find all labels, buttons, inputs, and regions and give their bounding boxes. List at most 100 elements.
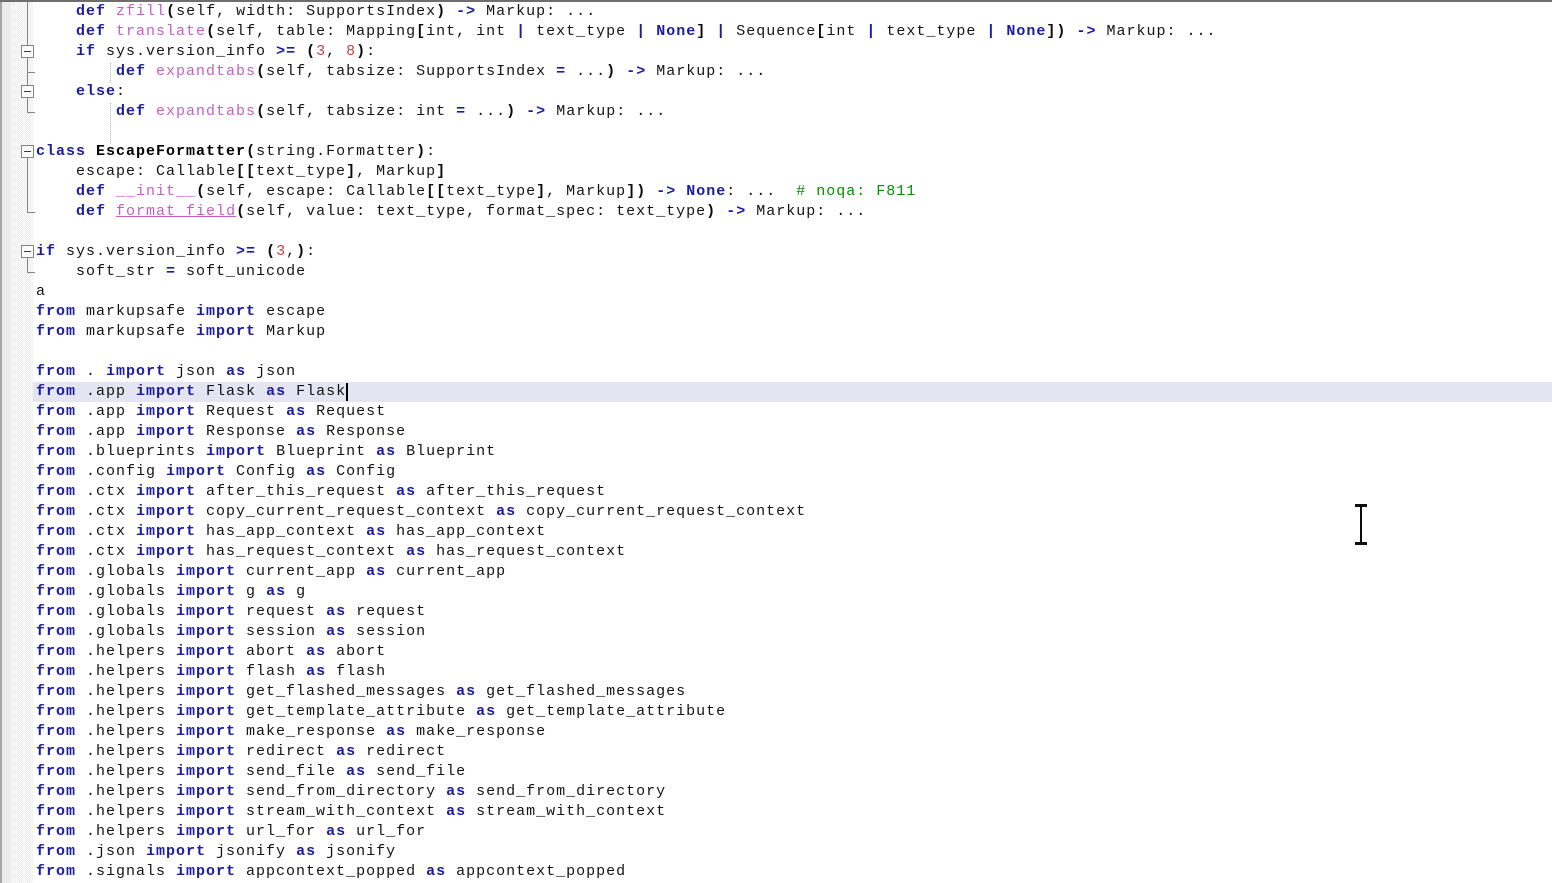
code-lines: def zfill(self, width: SupportsIndex) ->…: [0, 2, 1552, 882]
code-text: def expandtabs(self, tabsize: SupportsIn…: [33, 62, 1552, 82]
code-line[interactable]: from .helpers import url_for as url_for: [0, 822, 1552, 842]
code-line[interactable]: from markupsafe import Markup: [0, 322, 1552, 342]
fold-gutter-cell: [0, 542, 33, 562]
code-line[interactable]: from .ctx import has_app_context as has_…: [0, 522, 1552, 542]
fold-gutter-cell: [0, 422, 33, 442]
code-text: def __init__(self, escape: Callable[[tex…: [33, 182, 1552, 202]
code-line[interactable]: def format_field(self, value: text_type,…: [0, 202, 1552, 222]
fold-gutter-cell: [0, 582, 33, 602]
code-line[interactable]: from .helpers import get_flashed_message…: [0, 682, 1552, 702]
code-editor[interactable]: def zfill(self, width: SupportsIndex) ->…: [0, 0, 1552, 883]
fold-gutter-cell: [0, 822, 33, 842]
code-line[interactable]: from .globals import request as request: [0, 602, 1552, 622]
ibeam-cursor: [1354, 504, 1368, 545]
fold-gutter-cell: [0, 782, 33, 802]
fold-gutter-cell: [0, 522, 33, 542]
code-text: from markupsafe import escape: [33, 302, 1552, 322]
fold-gutter-cell: [0, 342, 33, 362]
code-text: class EscapeFormatter(string.Formatter):: [33, 142, 1552, 162]
code-line[interactable]: from markupsafe import escape: [0, 302, 1552, 322]
code-line[interactable]: from .app import Flask as Flask: [0, 382, 1552, 402]
code-text: from .blueprints import Blueprint as Blu…: [33, 442, 1552, 462]
fold-gutter-cell: [0, 562, 33, 582]
fold-gutter-cell[interactable]: [0, 242, 33, 262]
fold-gutter-cell: [0, 482, 33, 502]
code-line[interactable]: from .helpers import abort as abort: [0, 642, 1552, 662]
code-line[interactable]: [0, 342, 1552, 362]
code-line[interactable]: from .json import jsonify as jsonify: [0, 842, 1552, 862]
code-line[interactable]: from .signals import appcontext_popped a…: [0, 862, 1552, 882]
code-text: from .helpers import stream_with_context…: [33, 802, 1552, 822]
code-text: from .helpers import send_from_directory…: [33, 782, 1552, 802]
fold-gutter-cell: [0, 302, 33, 322]
fold-gutter-cell[interactable]: [0, 142, 33, 162]
code-line[interactable]: soft_str = soft_unicode: [0, 262, 1552, 282]
code-text: from .ctx import has_app_context as has_…: [33, 522, 1552, 542]
code-line[interactable]: from .helpers import stream_with_context…: [0, 802, 1552, 822]
code-line[interactable]: from .ctx import has_request_context as …: [0, 542, 1552, 562]
code-line[interactable]: from .helpers import send_from_directory…: [0, 782, 1552, 802]
code-text: from .app import Response as Response: [33, 422, 1552, 442]
code-line[interactable]: from .app import Request as Request: [0, 402, 1552, 422]
code-line[interactable]: from .globals import session as session: [0, 622, 1552, 642]
code-line[interactable]: from .helpers import redirect as redirec…: [0, 742, 1552, 762]
code-line[interactable]: def zfill(self, width: SupportsIndex) ->…: [0, 2, 1552, 22]
code-line[interactable]: [0, 122, 1552, 142]
fold-gutter-cell[interactable]: [0, 82, 33, 102]
code-line[interactable]: from .ctx import copy_current_request_co…: [0, 502, 1552, 522]
code-line[interactable]: def translate(self, table: Mapping[int, …: [0, 22, 1552, 42]
text-caret: [346, 383, 348, 401]
code-text: [33, 222, 1552, 242]
code-text: def zfill(self, width: SupportsIndex) ->…: [33, 2, 1552, 22]
fold-gutter-cell: [0, 462, 33, 482]
fold-gutter-cell: [0, 182, 33, 202]
code-line[interactable]: class EscapeFormatter(string.Formatter):: [0, 142, 1552, 162]
code-text: from . import json as json: [33, 362, 1552, 382]
code-line[interactable]: def expandtabs(self, tabsize: SupportsIn…: [0, 62, 1552, 82]
code-text: from .app import Flask as Flask: [33, 382, 1552, 402]
code-line[interactable]: from .helpers import flash as flash: [0, 662, 1552, 682]
fold-gutter-cell: [0, 862, 33, 882]
code-line[interactable]: a: [0, 282, 1552, 302]
code-line[interactable]: from . import json as json: [0, 362, 1552, 382]
fold-gutter-cell: [0, 502, 33, 522]
code-line[interactable]: def __init__(self, escape: Callable[[tex…: [0, 182, 1552, 202]
code-line[interactable]: from .helpers import send_file as send_f…: [0, 762, 1552, 782]
code-line[interactable]: [0, 222, 1552, 242]
fold-gutter-cell: [0, 842, 33, 862]
fold-gutter-cell: [0, 222, 33, 242]
code-text: [33, 342, 1552, 362]
code-text: from .helpers import abort as abort: [33, 642, 1552, 662]
fold-gutter-cell[interactable]: [0, 42, 33, 62]
code-line[interactable]: else:: [0, 82, 1552, 102]
code-text: escape: Callable[[text_type], Markup]: [33, 162, 1552, 182]
fold-gutter-cell: [0, 762, 33, 782]
fold-gutter-cell: [0, 2, 33, 22]
code-line[interactable]: escape: Callable[[text_type], Markup]: [0, 162, 1552, 182]
code-text: from .signals import appcontext_popped a…: [33, 862, 1552, 882]
code-line[interactable]: def expandtabs(self, tabsize: int = ...)…: [0, 102, 1552, 122]
code-text: from .globals import g as g: [33, 582, 1552, 602]
code-line[interactable]: from .ctx import after_this_request as a…: [0, 482, 1552, 502]
code-text: from .helpers import redirect as redirec…: [33, 742, 1552, 762]
code-text: from .globals import request as request: [33, 602, 1552, 622]
code-text: [33, 122, 1552, 142]
code-line[interactable]: from .config import Config as Config: [0, 462, 1552, 482]
code-line[interactable]: if sys.version_info >= (3, 8):: [0, 42, 1552, 62]
fold-gutter-cell: [0, 662, 33, 682]
code-line[interactable]: from .app import Response as Response: [0, 422, 1552, 442]
fold-gutter-cell: [0, 742, 33, 762]
fold-gutter-cell: [0, 702, 33, 722]
code-line[interactable]: from .globals import current_app as curr…: [0, 562, 1552, 582]
code-text: from .helpers import make_response as ma…: [33, 722, 1552, 742]
code-line[interactable]: from .globals import g as g: [0, 582, 1552, 602]
code-text: soft_str = soft_unicode: [33, 262, 1552, 282]
code-text: from .globals import session as session: [33, 622, 1552, 642]
code-line[interactable]: from .blueprints import Blueprint as Blu…: [0, 442, 1552, 462]
code-text: from .ctx import copy_current_request_co…: [33, 502, 1552, 522]
fold-gutter-cell: [0, 22, 33, 42]
code-text: if sys.version_info >= (3, 8):: [33, 42, 1552, 62]
code-line[interactable]: from .helpers import get_template_attrib…: [0, 702, 1552, 722]
code-line[interactable]: from .helpers import make_response as ma…: [0, 722, 1552, 742]
code-line[interactable]: if sys.version_info >= (3,):: [0, 242, 1552, 262]
